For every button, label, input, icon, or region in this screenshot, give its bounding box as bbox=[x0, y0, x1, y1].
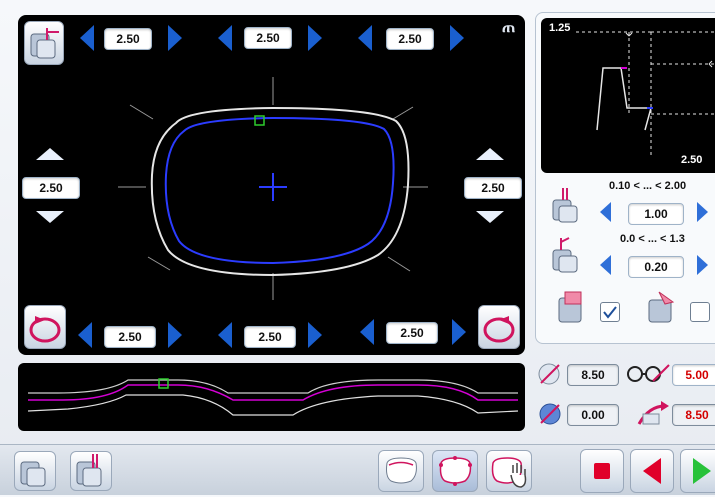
logo-glyph: ጠ bbox=[502, 19, 516, 36]
lens-hand-button[interactable] bbox=[486, 450, 532, 492]
diameter-value: 0.00 bbox=[567, 404, 619, 426]
top-2-increase-button[interactable] bbox=[308, 25, 322, 51]
tick-line bbox=[392, 106, 414, 120]
bottom-1-decrease-button[interactable] bbox=[78, 322, 92, 348]
tick-line bbox=[129, 104, 154, 120]
value-2-increase-button[interactable] bbox=[697, 255, 708, 275]
center-crosshair bbox=[259, 173, 287, 201]
bottom-toolbar bbox=[0, 444, 715, 495]
play-button[interactable] bbox=[680, 449, 715, 493]
glasses-icon bbox=[625, 361, 671, 387]
bottom-2-value: 2.50 bbox=[244, 326, 296, 348]
tilt-value: 8.50 bbox=[672, 404, 715, 426]
angle-icon bbox=[537, 361, 565, 387]
bevel-height-icon bbox=[549, 186, 585, 226]
profile-trace-panel bbox=[18, 363, 525, 431]
right-value: 2.50 bbox=[464, 177, 522, 199]
lens-shape-button[interactable] bbox=[378, 450, 424, 492]
tick-line bbox=[147, 256, 171, 271]
value-1-decrease-button[interactable] bbox=[600, 202, 611, 222]
lens-stack-1-button[interactable] bbox=[14, 451, 56, 491]
edge-profile-panel: 1.25 2.50 bbox=[541, 18, 715, 173]
profile-top-left-label: 1.25 bbox=[549, 22, 571, 34]
edge-profile-drawing bbox=[576, 31, 715, 158]
top-3-value: 2.50 bbox=[386, 28, 434, 50]
safety-bevel-icon bbox=[643, 288, 683, 328]
lens-stack-icon[interactable] bbox=[24, 21, 64, 65]
top-1-increase-button[interactable] bbox=[168, 25, 182, 51]
rotate-left-icon[interactable] bbox=[24, 305, 66, 349]
lens-stack-2-button[interactable] bbox=[70, 451, 112, 491]
stop-button[interactable] bbox=[580, 449, 624, 493]
profile-trace bbox=[27, 378, 519, 416]
bottom-2-increase-button[interactable] bbox=[308, 322, 322, 348]
left-decrease-button[interactable] bbox=[36, 211, 64, 223]
top-3-decrease-button[interactable] bbox=[358, 25, 372, 51]
range-2-label: 0.0 < ... < 1.3 bbox=[620, 233, 685, 245]
bottom-3-decrease-button[interactable] bbox=[360, 319, 374, 345]
top-2-decrease-button[interactable] bbox=[218, 25, 232, 51]
bevel-depth-icon bbox=[549, 236, 585, 276]
value-1-box: 1.00 bbox=[628, 203, 684, 225]
top-1-decrease-button[interactable] bbox=[80, 25, 94, 51]
lens-view-panel: ጠ 2.50 2.50 2.50 2.50 2.50 2.50 2.50 2.5… bbox=[18, 15, 525, 355]
glasses-value: 5.00 bbox=[672, 364, 715, 386]
bottom-3-value: 2.50 bbox=[386, 322, 438, 344]
polish-checkbox[interactable] bbox=[600, 302, 620, 322]
top-1-value: 2.50 bbox=[104, 28, 152, 50]
bottom-1-value: 2.50 bbox=[104, 326, 156, 348]
tilt-icon bbox=[635, 398, 671, 428]
right-decrease-button[interactable] bbox=[476, 211, 504, 223]
right-increase-button[interactable] bbox=[476, 148, 504, 160]
trace-white-lower bbox=[27, 394, 519, 416]
tick-line bbox=[387, 256, 411, 272]
top-2-value: 2.50 bbox=[244, 27, 292, 49]
rotate-right-icon[interactable] bbox=[478, 305, 520, 349]
back-button[interactable] bbox=[630, 449, 674, 493]
diameter-icon bbox=[537, 401, 565, 427]
value-1-increase-button[interactable] bbox=[697, 202, 708, 222]
lens-drawing bbox=[118, 77, 428, 300]
left-value: 2.50 bbox=[22, 177, 80, 199]
bottom-2-decrease-button[interactable] bbox=[218, 322, 232, 348]
edge-profile-outline bbox=[596, 67, 652, 131]
lens-inner-outline bbox=[164, 116, 395, 265]
bottom-3-increase-button[interactable] bbox=[452, 319, 466, 345]
safety-bevel-checkbox[interactable] bbox=[690, 302, 710, 322]
bottom-1-increase-button[interactable] bbox=[168, 322, 182, 348]
top-3-increase-button[interactable] bbox=[450, 25, 464, 51]
range-1-label: 0.10 < ... < 2.00 bbox=[609, 180, 687, 192]
angle-value: 8.50 bbox=[567, 364, 619, 386]
value-2-decrease-button[interactable] bbox=[600, 255, 611, 275]
left-increase-button[interactable] bbox=[36, 148, 64, 160]
polish-icon bbox=[553, 288, 593, 328]
profile-bottom-right-label: 2.50 bbox=[681, 154, 703, 166]
value-2-box: 0.20 bbox=[628, 256, 684, 278]
lens-shape-dots-button[interactable] bbox=[432, 450, 478, 492]
